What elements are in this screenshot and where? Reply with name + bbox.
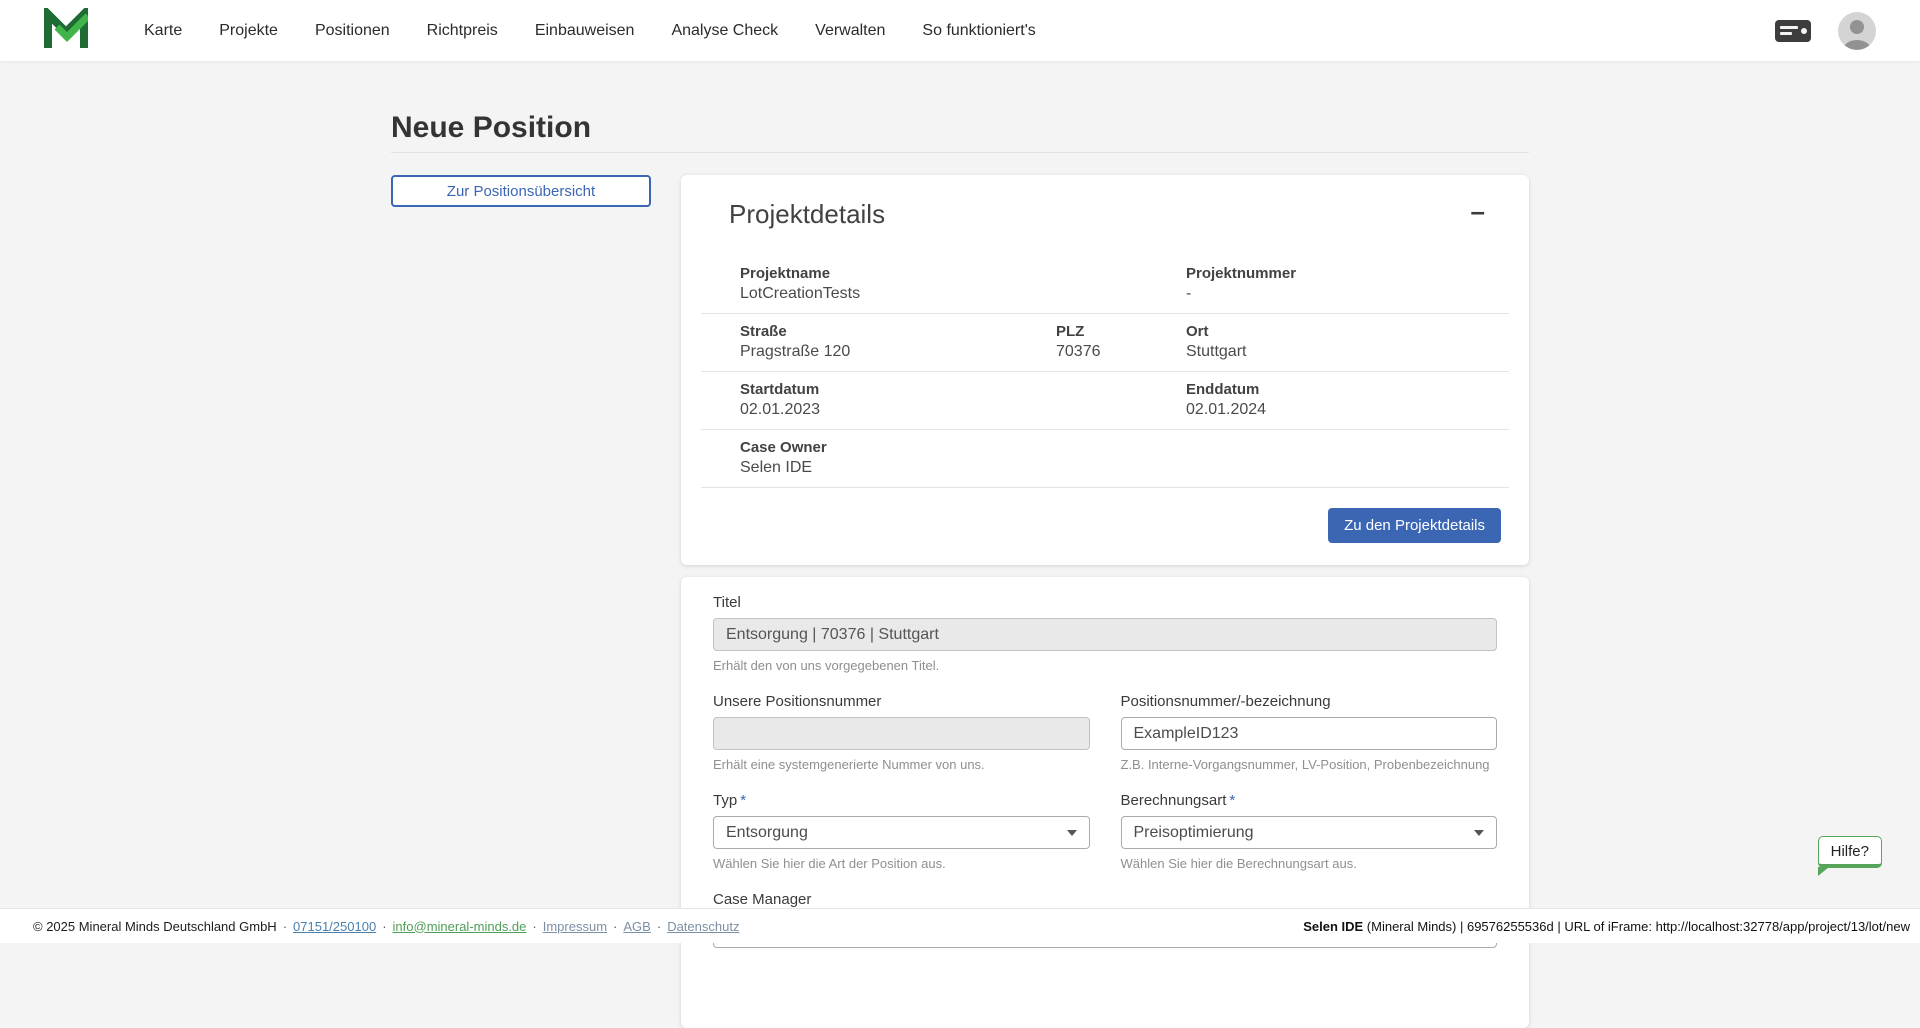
- page-title: Neue Position: [391, 111, 1529, 144]
- project-card-title: Projektdetails: [729, 199, 885, 230]
- footer-copyright: © 2025 Mineral Minds Deutschland GmbH: [33, 919, 277, 934]
- chevron-down-icon: [1474, 830, 1484, 836]
- plz-value: 70376: [1056, 343, 1186, 361]
- help-button[interactable]: Hilfe?: [1818, 836, 1882, 868]
- enddatum-value: 02.01.2024: [1186, 401, 1509, 419]
- nav-item-positionen[interactable]: Positionen: [313, 16, 392, 46]
- typ-help-text: Wählen Sie hier die Art der Position aus…: [713, 856, 1090, 871]
- footer-email-link[interactable]: info@mineral-minds.de: [393, 919, 527, 934]
- nav-item-projekte[interactable]: Projekte: [217, 16, 280, 46]
- ort-value: Stuttgart: [1186, 343, 1509, 361]
- titel-help-text: Erhält den von uns vorgegebenen Titel.: [713, 658, 1497, 673]
- project-details-card: Projektdetails – Projektname LotCreation…: [681, 175, 1529, 565]
- typ-label: Typ*: [713, 792, 1090, 809]
- footer-datenschutz-link[interactable]: Datenschutz: [667, 919, 739, 934]
- table-row: Straße Pragstraße 120 PLZ 70376 Ort Stut…: [701, 314, 1509, 372]
- user-avatar[interactable]: [1838, 12, 1876, 50]
- berechnungsart-label-text: Berechnungsart: [1121, 792, 1227, 809]
- table-row: Startdatum 02.01.2023 Enddatum 02.01.202…: [701, 372, 1509, 430]
- table-row: Projektname LotCreationTests Projektnumm…: [701, 256, 1509, 314]
- titel-input: [713, 618, 1497, 651]
- nav-item-so-funktionierts[interactable]: So funktioniert's: [920, 16, 1037, 46]
- go-to-project-details-button[interactable]: Zu den Projektdetails: [1328, 508, 1501, 543]
- case-manager-label: Case Manager: [713, 891, 1497, 908]
- footer-impressum-link[interactable]: Impressum: [543, 919, 607, 934]
- berechnungsart-help-text: Wählen Sie hier die Berechnungsart aus.: [1121, 856, 1498, 871]
- chevron-down-icon: [1067, 830, 1077, 836]
- separator: ·: [532, 919, 536, 934]
- separator: ·: [283, 919, 287, 934]
- table-row: Case Owner Selen IDE: [701, 430, 1509, 488]
- top-navbar: Karte Projekte Positionen Richtpreis Ein…: [0, 0, 1920, 61]
- back-to-positions-button[interactable]: Zur Positionsübersicht: [391, 175, 651, 207]
- projektnummer-value: -: [1186, 285, 1509, 303]
- projektnummer-label: Projektnummer: [1186, 265, 1509, 282]
- positionsnummer-bezeichnung-input[interactable]: [1121, 717, 1498, 750]
- separator: ·: [613, 919, 617, 934]
- required-marker: *: [740, 792, 746, 809]
- projektname-label: Projektname: [740, 265, 1186, 282]
- nav-item-analyse-check[interactable]: Analyse Check: [669, 16, 780, 46]
- berechnungsart-select[interactable]: Preisoptimierung: [1121, 816, 1498, 849]
- typ-label-text: Typ: [713, 792, 737, 809]
- unsere-positionsnummer-help-text: Erhält eine systemgenerierte Nummer von …: [713, 757, 1090, 772]
- positionsnummer-bezeichnung-label: Positionsnummer/-bezeichnung: [1121, 693, 1498, 710]
- session-meta: (Mineral Minds) | 69576255536d | URL of …: [1363, 919, 1910, 934]
- strasse-value: Pragstraße 120: [740, 343, 1056, 361]
- unsere-positionsnummer-label: Unsere Positionsnummer: [713, 693, 1090, 710]
- separator: ·: [657, 919, 661, 934]
- page-content: Neue Position Zur Positionsübersicht Pro…: [391, 61, 1529, 1028]
- startdatum-label: Startdatum: [740, 381, 1186, 398]
- terminal-icon[interactable]: [1774, 18, 1812, 44]
- unsere-positionsnummer-input: [713, 717, 1090, 750]
- strasse-label: Straße: [740, 323, 1056, 340]
- typ-select[interactable]: Entsorgung: [713, 816, 1090, 849]
- new-position-form-card: Titel Erhält den von uns vorgegebenen Ti…: [681, 577, 1529, 1028]
- separator: ·: [382, 919, 386, 934]
- case-owner-label: Case Owner: [740, 439, 1186, 456]
- main-nav: Karte Projekte Positionen Richtpreis Ein…: [142, 16, 1038, 46]
- nav-item-verwalten[interactable]: Verwalten: [813, 16, 887, 46]
- nav-item-einbauweisen[interactable]: Einbauweisen: [533, 16, 637, 46]
- plz-label: PLZ: [1056, 323, 1186, 340]
- projektname-value: LotCreationTests: [740, 285, 1186, 303]
- collapse-card-button[interactable]: –: [1465, 199, 1491, 224]
- positionsnummer-bezeichnung-help-text: Z.B. Interne-Vorgangsnummer, LV-Position…: [1121, 757, 1498, 772]
- project-details-table: Projektname LotCreationTests Projektnumm…: [701, 256, 1509, 488]
- enddatum-label: Enddatum: [1186, 381, 1509, 398]
- session-info: Selen IDE (Mineral Minds) | 69576255536d…: [1303, 919, 1910, 934]
- session-user: Selen IDE: [1303, 919, 1363, 934]
- berechnungsart-selected-value: Preisoptimierung: [1134, 824, 1254, 842]
- title-divider: [391, 152, 1529, 153]
- footer: © 2025 Mineral Minds Deutschland GmbH · …: [0, 908, 1920, 943]
- berechnungsart-label: Berechnungsart*: [1121, 792, 1498, 809]
- startdatum-value: 02.01.2023: [740, 401, 1186, 419]
- required-marker: *: [1229, 792, 1235, 809]
- footer-agb-link[interactable]: AGB: [623, 919, 650, 934]
- mineral-minds-logo-icon: [44, 8, 88, 53]
- typ-selected-value: Entsorgung: [726, 824, 808, 842]
- footer-phone-link[interactable]: 07151/250100: [293, 919, 376, 934]
- brand-logo[interactable]: [44, 8, 88, 53]
- case-owner-value: Selen IDE: [740, 459, 1186, 477]
- nav-item-karte[interactable]: Karte: [142, 16, 184, 46]
- titel-label: Titel: [713, 594, 1497, 611]
- nav-item-richtpreis[interactable]: Richtpreis: [425, 16, 500, 46]
- ort-label: Ort: [1186, 323, 1509, 340]
